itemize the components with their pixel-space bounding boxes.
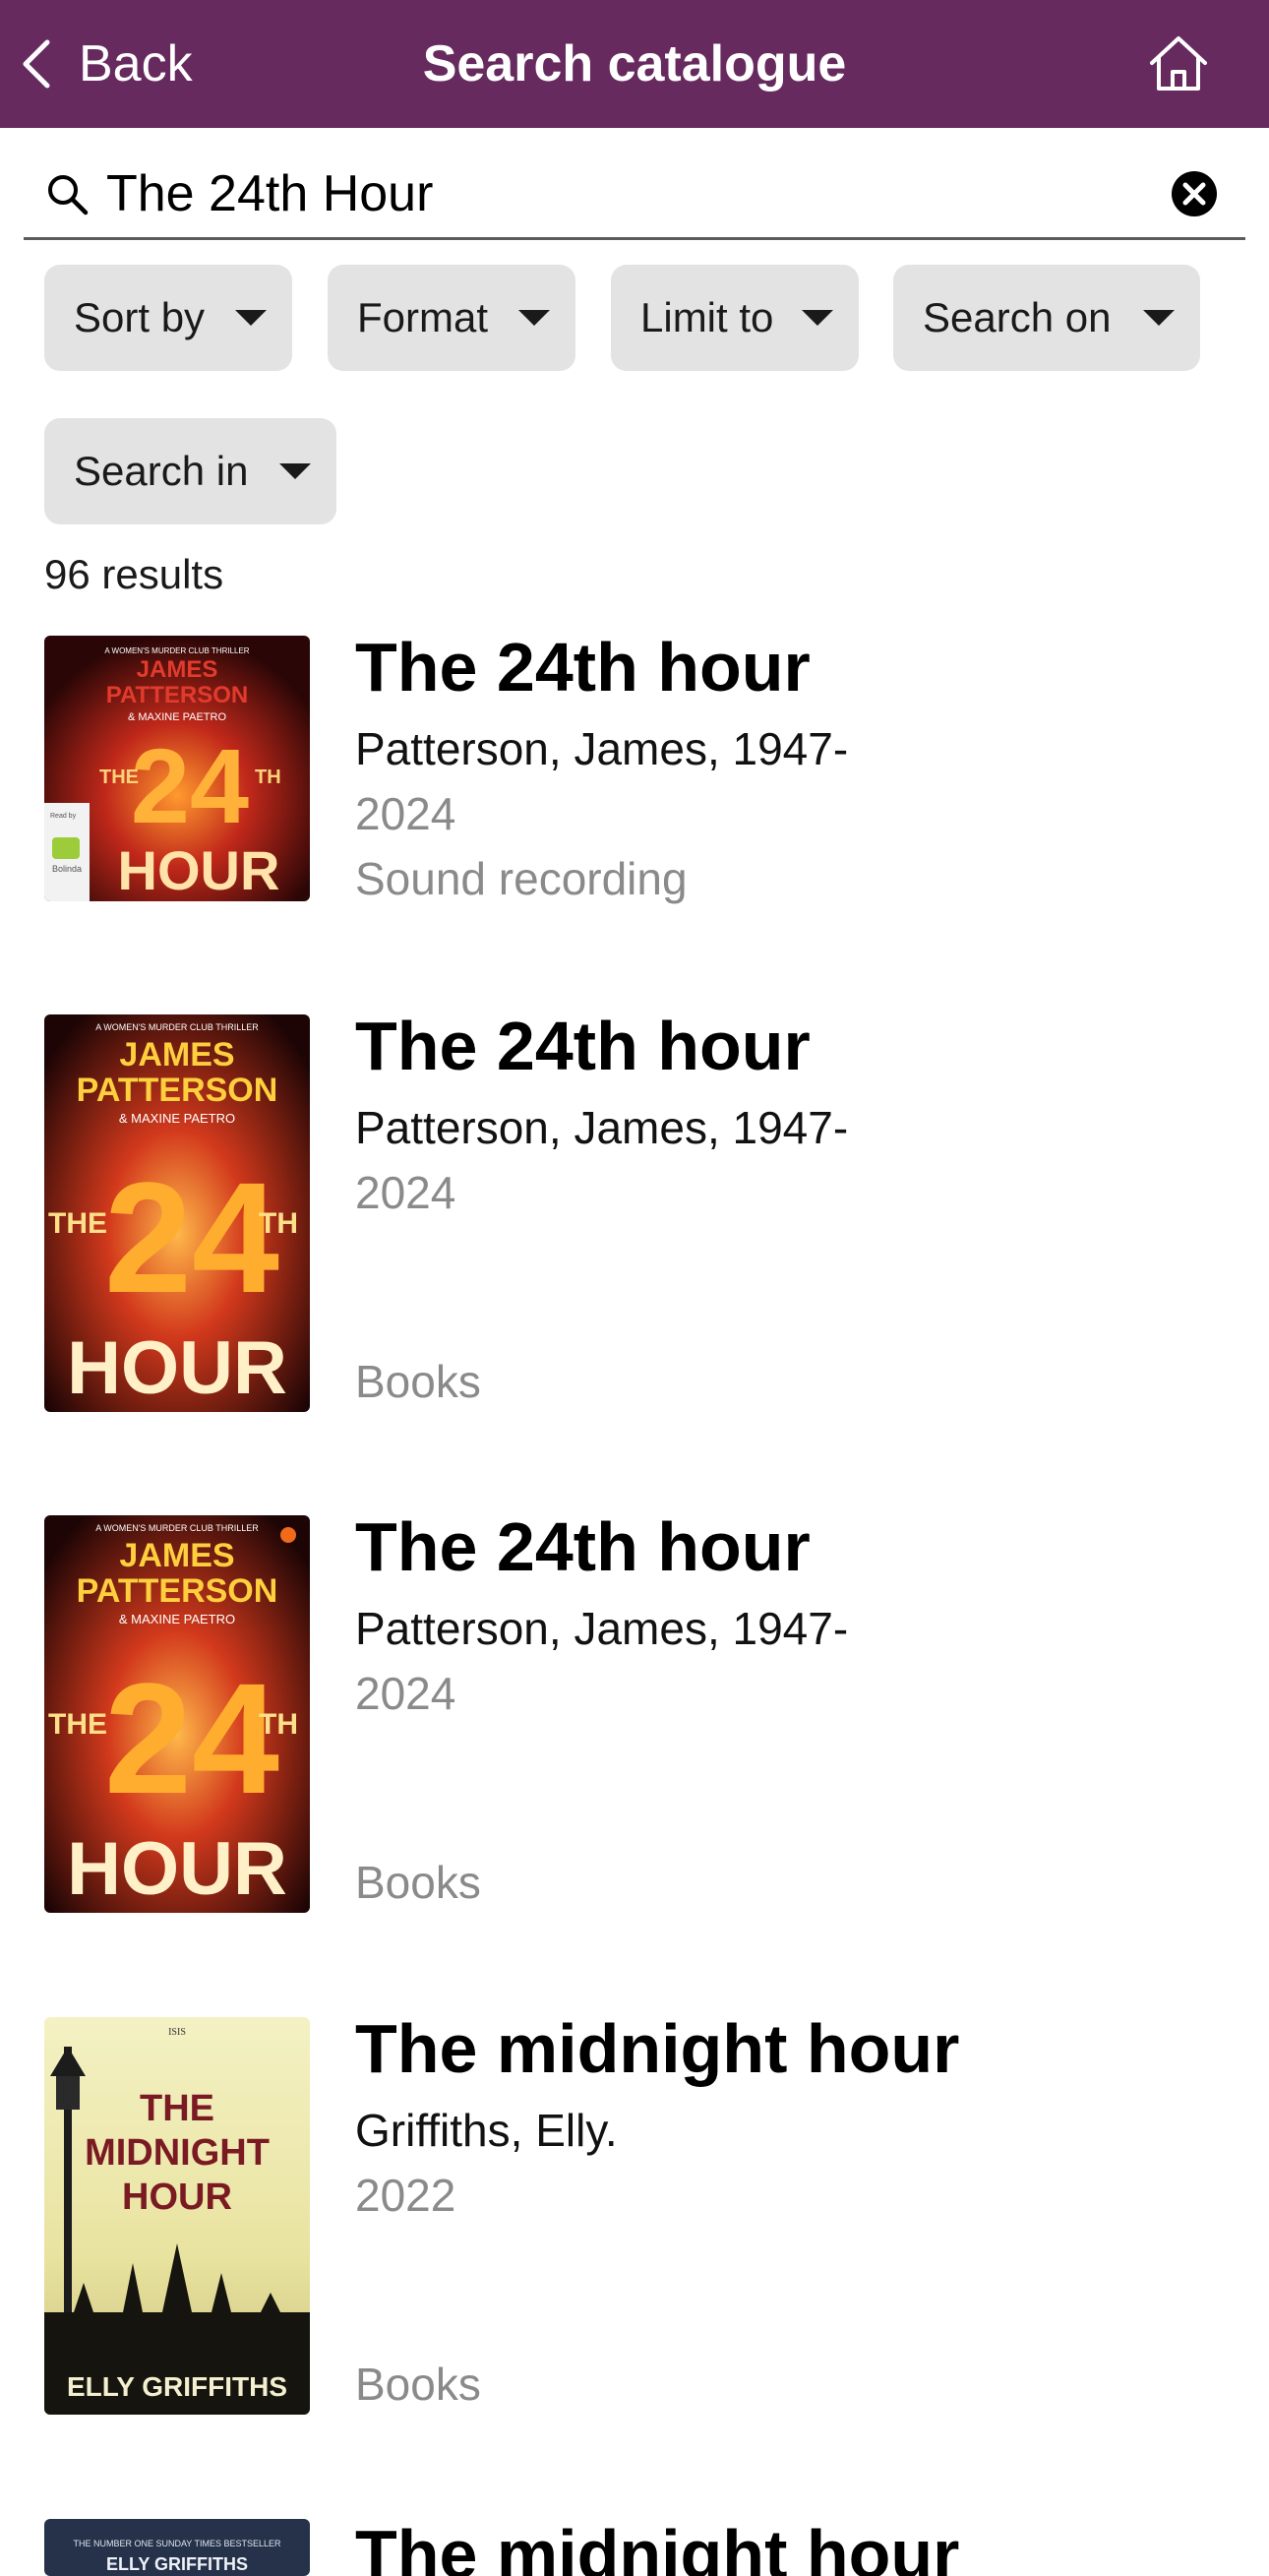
svg-text:HOUR: HOUR	[118, 839, 280, 901]
svg-text:ELLY GRIFFITHS: ELLY GRIFFITHS	[106, 2554, 248, 2574]
book-cover: A WOMEN'S MURDER CLUB THRILLER JAMES PAT…	[44, 1014, 310, 1412]
svg-text:& MAXINE PAETRO: & MAXINE PAETRO	[119, 1111, 235, 1126]
filter-label: Search on	[923, 294, 1112, 340]
result-item[interactable]: ISIS THE MIDNIGHT HOUR ELLY GRIFFITHS Th…	[0, 2010, 1269, 2415]
result-format: Books	[355, 2359, 481, 2410]
svg-text:A WOMEN'S MURDER CLUB THRILLER: A WOMEN'S MURDER CLUB THRILLER	[104, 646, 249, 655]
search-in-dropdown[interactable]: Search in	[44, 418, 336, 524]
book-cover: A WOMEN'S MURDER CLUB THRILLER JAMES PAT…	[44, 1515, 310, 1913]
caret-down-icon	[802, 310, 833, 326]
svg-text:PATTERSON: PATTERSON	[77, 1072, 278, 1109]
svg-text:THE: THE	[48, 1708, 107, 1741]
svg-text:HOUR: HOUR	[67, 1326, 287, 1410]
svg-text:24: 24	[104, 1149, 279, 1325]
result-author: Griffiths, Elly.	[355, 2105, 618, 2156]
svg-text:THE NUMBER ONE SUNDAY TIMES BE: THE NUMBER ONE SUNDAY TIMES BESTSELLER	[73, 2539, 281, 2548]
svg-text:TH: TH	[259, 1708, 298, 1741]
format-dropdown[interactable]: Format	[328, 265, 575, 371]
result-format: Books	[355, 1356, 481, 1407]
svg-text:A WOMEN'S MURDER CLUB THRILLER: A WOMEN'S MURDER CLUB THRILLER	[95, 1022, 259, 1032]
filter-label: Format	[357, 294, 489, 340]
result-item[interactable]: THE NUMBER ONE SUNDAY TIMES BESTSELLER E…	[0, 2519, 1269, 2576]
limit-to-dropdown[interactable]: Limit to	[611, 265, 859, 371]
svg-text:ELLY GRIFFITHS: ELLY GRIFFITHS	[67, 2371, 287, 2402]
svg-text:& MAXINE PAETRO: & MAXINE PAETRO	[119, 1612, 235, 1626]
result-year: 2022	[355, 2170, 456, 2221]
svg-text:HOUR: HOUR	[122, 2177, 232, 2218]
svg-text:PATTERSON: PATTERSON	[106, 682, 248, 708]
svg-text:JAMES: JAMES	[119, 1036, 234, 1073]
book-cover: Bolinda Read by A WOMEN'S MURDER CLUB TH…	[44, 636, 310, 901]
svg-text:MIDNIGHT: MIDNIGHT	[85, 2132, 270, 2174]
book-cover: THE NUMBER ONE SUNDAY TIMES BESTSELLER E…	[44, 2519, 310, 2576]
caret-down-icon	[279, 463, 311, 479]
svg-text:& MAXINE PAETRO: & MAXINE PAETRO	[128, 711, 226, 723]
result-year: 2024	[355, 1668, 456, 1719]
result-format: Sound recording	[355, 853, 688, 904]
svg-text:THE: THE	[48, 1207, 107, 1240]
result-item[interactable]: Bolinda Read by A WOMEN'S MURDER CLUB TH…	[0, 629, 1269, 931]
svg-text:TH: TH	[255, 767, 281, 788]
svg-text:24: 24	[104, 1650, 279, 1826]
filter-label: Search in	[74, 448, 249, 494]
result-title: The 24th hour	[355, 629, 811, 705]
result-title: The 24th hour	[355, 1008, 811, 1084]
result-item[interactable]: A WOMEN'S MURDER CLUB THRILLER JAMES PAT…	[0, 1508, 1269, 1913]
caret-down-icon	[1143, 310, 1175, 326]
filter-label: Limit to	[640, 294, 774, 340]
page-title: Search catalogue	[422, 35, 847, 92]
sort-by-dropdown[interactable]: Sort by	[44, 265, 292, 371]
svg-text:JAMES: JAMES	[137, 656, 218, 683]
svg-text:Bolinda: Bolinda	[52, 864, 82, 874]
result-year: 2024	[355, 788, 456, 839]
caret-down-icon	[235, 310, 267, 326]
search-icon	[48, 174, 89, 215]
svg-text:THE: THE	[140, 2088, 214, 2129]
top-nav-bar: Back Search catalogue	[0, 0, 1269, 128]
search-input[interactable]	[106, 153, 1149, 233]
result-author: Patterson, James, 1947-	[355, 1603, 849, 1654]
result-author: Patterson, James, 1947-	[355, 723, 849, 774]
svg-text:Read by: Read by	[50, 813, 77, 820]
svg-text:PATTERSON: PATTERSON	[77, 1572, 278, 1610]
svg-text:JAMES: JAMES	[119, 1537, 234, 1574]
result-item[interactable]: A WOMEN'S MURDER CLUB THRILLER JAMES PAT…	[0, 1008, 1269, 1412]
svg-text:A WOMEN'S MURDER CLUB THRILLER: A WOMEN'S MURDER CLUB THRILLER	[95, 1523, 259, 1533]
search-on-dropdown[interactable]: Search on	[893, 265, 1200, 371]
result-title: The midnight hour	[355, 2010, 960, 2087]
result-year: 2024	[355, 1167, 456, 1218]
svg-text:24: 24	[131, 726, 249, 845]
result-title: The midnight hour	[355, 2519, 960, 2576]
svg-text:HOUR: HOUR	[67, 1827, 287, 1911]
home-icon[interactable]	[1144, 30, 1213, 98]
book-cover: ISIS THE MIDNIGHT HOUR ELLY GRIFFITHS	[44, 2017, 310, 2415]
clear-icon[interactable]	[1171, 170, 1218, 217]
results-count: 96 results	[44, 551, 224, 597]
result-author: Patterson, James, 1947-	[355, 1102, 849, 1153]
svg-text:TH: TH	[259, 1207, 298, 1240]
svg-text:ISIS: ISIS	[168, 2027, 186, 2038]
result-format: Books	[355, 1857, 481, 1908]
search-bar	[24, 150, 1245, 240]
caret-down-icon	[518, 310, 550, 326]
result-title: The 24th hour	[355, 1508, 811, 1585]
filter-label: Sort by	[74, 294, 206, 340]
